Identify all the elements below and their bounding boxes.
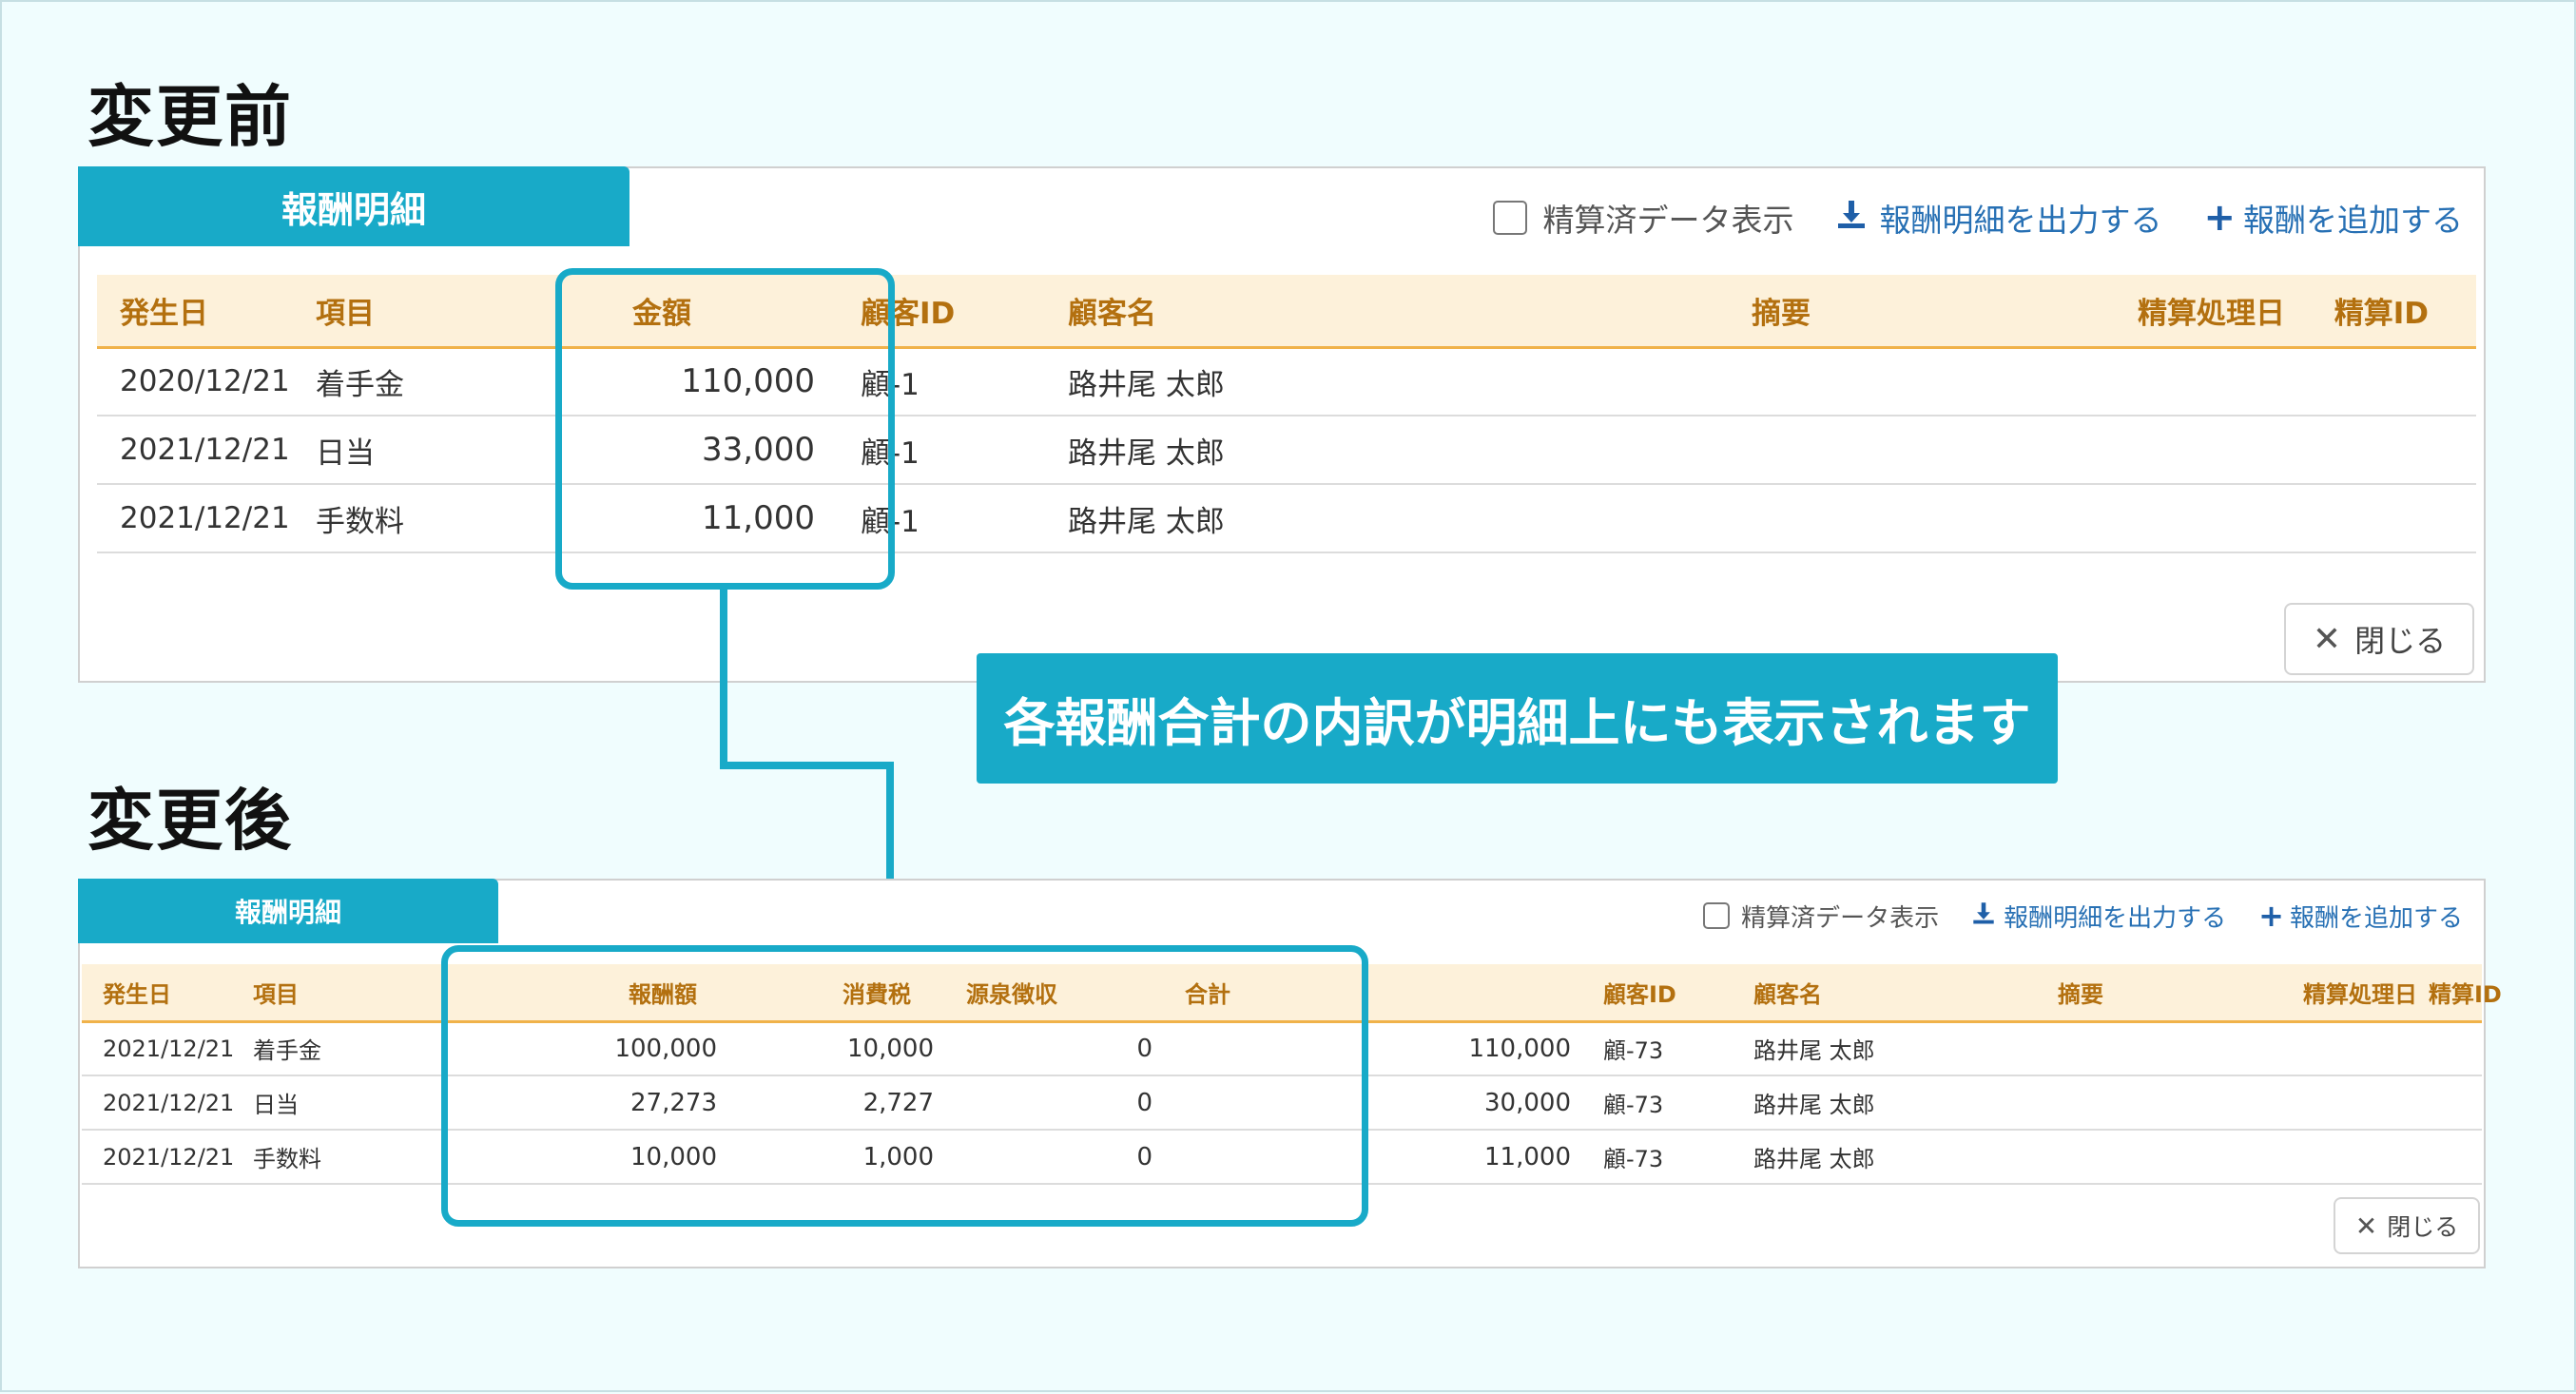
cell-customer-id: 顧-73 xyxy=(1590,1021,1753,1076)
callout-banner: 各報酬合計の内訳が明細上にも表示されます xyxy=(977,653,2058,784)
col-settle-date[interactable]: 精算処理日 xyxy=(2219,964,2429,1023)
close-icon: ✕ xyxy=(2354,1210,2378,1242)
col-customer-id[interactable]: 顧客ID xyxy=(1590,964,1753,1023)
plus-icon: + xyxy=(2258,898,2284,934)
download-icon xyxy=(1971,900,1996,932)
cell-item: 着手金 xyxy=(253,1021,472,1076)
col-item[interactable]: 項目 xyxy=(253,964,472,1023)
settled-checkbox[interactable] xyxy=(1703,902,1731,929)
export-label: 報酬明細を出力する xyxy=(2004,903,2227,933)
cell-customer-id: 顧-73 xyxy=(1590,1075,1753,1131)
after-section-label: 変更後 xyxy=(87,782,293,860)
settled-checkbox-label: 精算済データ表示 xyxy=(1741,903,1940,933)
after-settled-toggle[interactable]: 精算済データ表示 xyxy=(1703,899,1939,934)
col-date[interactable]: 発生日 xyxy=(82,964,253,1023)
col-summary[interactable]: 摘要 xyxy=(2010,964,2219,1023)
after-toolbar: 精算済データ表示 報酬明細を出力する + 報酬を追加する xyxy=(1703,898,2463,934)
cell-date: 2021/12/21 xyxy=(82,1021,253,1076)
cell-item: 日当 xyxy=(253,1075,472,1131)
cell-customer-name: 路井尾 太郎 xyxy=(1753,1130,2010,1185)
cell-customer-id: 顧-73 xyxy=(1590,1130,1753,1185)
col-customer-name[interactable]: 顧客名 xyxy=(1753,964,2010,1023)
cell-customer-name: 路井尾 太郎 xyxy=(1753,1021,2010,1076)
close-label: 閉じる xyxy=(2387,1213,2459,1241)
after-tab-title[interactable]: 報酬明細 xyxy=(78,879,498,943)
after-close-button[interactable]: ✕ 閉じる xyxy=(2334,1197,2480,1254)
add-reward-label: 報酬を追加する xyxy=(2289,903,2463,933)
cell-item: 手数料 xyxy=(253,1130,472,1185)
col-settle-id[interactable]: 精算ID xyxy=(2429,964,2502,1023)
add-reward-button[interactable]: + 報酬を追加する xyxy=(2258,898,2463,934)
after-breakdown-highlight xyxy=(441,945,1368,1227)
cell-date: 2021/12/21 xyxy=(82,1130,253,1185)
cell-date: 2021/12/21 xyxy=(82,1075,253,1131)
export-button[interactable]: 報酬明細を出力する xyxy=(1971,899,2226,934)
cell-customer-name: 路井尾 太郎 xyxy=(1753,1075,2010,1131)
